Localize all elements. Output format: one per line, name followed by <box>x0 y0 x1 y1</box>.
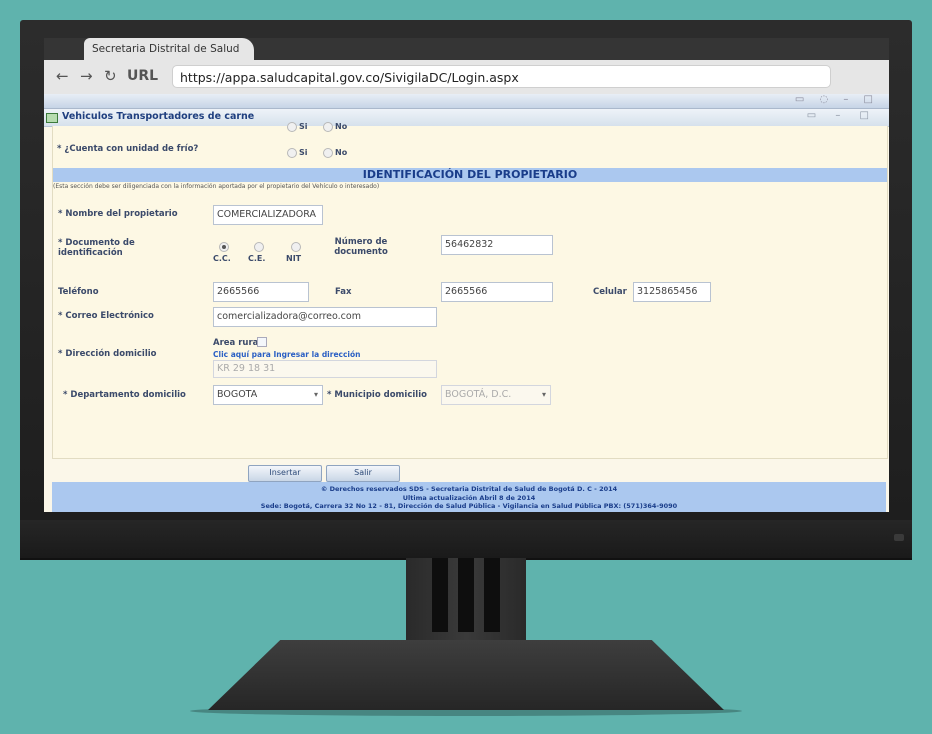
form-panel: Si No * ¿Cuenta con unidad de frío? Si N… <box>52 122 888 459</box>
browser-toolbar: ← → ↻ URL https://appa.saludcapital.gov.… <box>44 60 889 94</box>
cold-unit-label: * ¿Cuenta con unidad de frío? <box>57 144 199 154</box>
neck-slot <box>484 558 500 632</box>
monitor-chin <box>20 520 912 560</box>
app-window-controls[interactable]: ▭ ◌ – □ <box>795 94 879 105</box>
chevron-down-icon: ▾ <box>313 390 318 399</box>
prev-no-label: No <box>335 122 348 131</box>
doc-type-nit-radio[interactable] <box>291 242 301 252</box>
chevron-down-icon: ▾ <box>541 390 546 399</box>
section-note: (Esta sección debe ser diligenciada con … <box>53 183 380 190</box>
email-input[interactable]: comercializadora@correo.com <box>213 307 437 327</box>
doc-type-ce-label: C.E. <box>248 254 266 263</box>
rural-area-checkbox[interactable] <box>257 337 267 347</box>
power-button <box>894 534 904 541</box>
email-label: * Correo Electrónico <box>58 311 154 321</box>
prev-no-radio[interactable] <box>323 122 333 132</box>
address-link[interactable]: Clic aquí para Ingresar la dirección <box>213 350 361 359</box>
exit-button[interactable]: Salir <box>326 465 400 482</box>
mobile-input[interactable]: 3125865456 <box>633 282 711 302</box>
window-title: Vehiculos Transportadores de carne <box>62 111 255 122</box>
neck-slot <box>458 558 474 632</box>
section-header: IDENTIFICACIÓN DEL PROPIETARIO <box>53 168 887 182</box>
footer: © Derechos reservados SDS - Secretaria D… <box>52 482 886 512</box>
doc-number-input[interactable]: 56462832 <box>441 235 553 255</box>
window-controls[interactable]: ▭ – □ <box>807 110 877 121</box>
municipality-select[interactable]: BOGOTÁ, D.C. ▾ <box>441 385 551 405</box>
prev-si-radio[interactable] <box>287 122 297 132</box>
department-select[interactable]: BOGOTA ▾ <box>213 385 323 405</box>
doc-type-cc-radio[interactable] <box>219 242 229 252</box>
cold-unit-si-radio[interactable] <box>287 148 297 158</box>
phone-label: Teléfono <box>58 287 99 297</box>
owner-name-input[interactable]: COMERCIALIZADORA <box>213 205 323 225</box>
doc-type-label: * Documento de identificación <box>58 238 135 258</box>
fax-input[interactable]: 2665566 <box>441 282 553 302</box>
doc-number-label: Número de documento <box>334 237 388 257</box>
municipality-label: * Municipio domicilio <box>327 390 427 400</box>
browser-tab[interactable]: Secretaria Distrital de Salud <box>84 38 254 60</box>
neck-slot <box>432 558 448 632</box>
back-icon[interactable]: ← <box>56 66 69 86</box>
app-bar: ▭ ◌ – □ <box>44 94 889 109</box>
reload-icon[interactable]: ↻ <box>104 66 117 86</box>
footer-updated: Ultima actualización Abril 8 de 2014 <box>402 493 536 502</box>
department-label: * Departamento domicilio <box>63 390 186 400</box>
owner-name-label: * Nombre del propietario <box>58 209 178 219</box>
footer-address: Sede: Bogotá, Carrera 32 No 12 - 81, Dir… <box>260 502 678 510</box>
url-bar[interactable]: https://appa.saludcapital.gov.co/Sivigil… <box>172 65 831 88</box>
doc-type-cc-label: C.C. <box>213 254 231 263</box>
department-value: BOGOTA <box>217 389 258 400</box>
window-icon <box>46 113 58 123</box>
browser-chrome: Secretaria Distrital de Salud ← → ↻ URL … <box>44 38 889 94</box>
fax-label: Fax <box>335 287 352 297</box>
cold-unit-no-radio[interactable] <box>323 148 333 158</box>
doc-type-nit-label: NIT <box>286 254 302 263</box>
prev-si-label: Si <box>299 122 308 131</box>
cold-unit-si-label: Si <box>299 148 308 157</box>
insert-button[interactable]: Insertar <box>248 465 322 482</box>
screen: Secretaria Distrital de Salud ← → ↻ URL … <box>44 38 889 512</box>
address-label: * Dirección domicilio <box>58 349 157 359</box>
footer-copyright: © Derechos reservados SDS - Secretaria D… <box>320 485 618 493</box>
rural-area-label: Area rural <box>213 338 262 348</box>
window-titlebar: Vehiculos Transportadores de carne ▭ – □ <box>44 109 889 127</box>
municipality-value: BOGOTÁ, D.C. <box>445 389 512 400</box>
forward-icon[interactable]: → <box>80 66 93 86</box>
doc-type-ce-radio[interactable] <box>254 242 264 252</box>
monitor-base <box>208 640 724 710</box>
form-window: Vehiculos Transportadores de carne ▭ – □… <box>44 109 889 512</box>
cold-unit-no-label: No <box>335 148 348 157</box>
address-input[interactable]: KR 29 18 31 <box>213 360 437 378</box>
mobile-label: Celular <box>593 287 627 297</box>
phone-input[interactable]: 2665566 <box>213 282 309 302</box>
url-label: URL <box>127 68 159 84</box>
